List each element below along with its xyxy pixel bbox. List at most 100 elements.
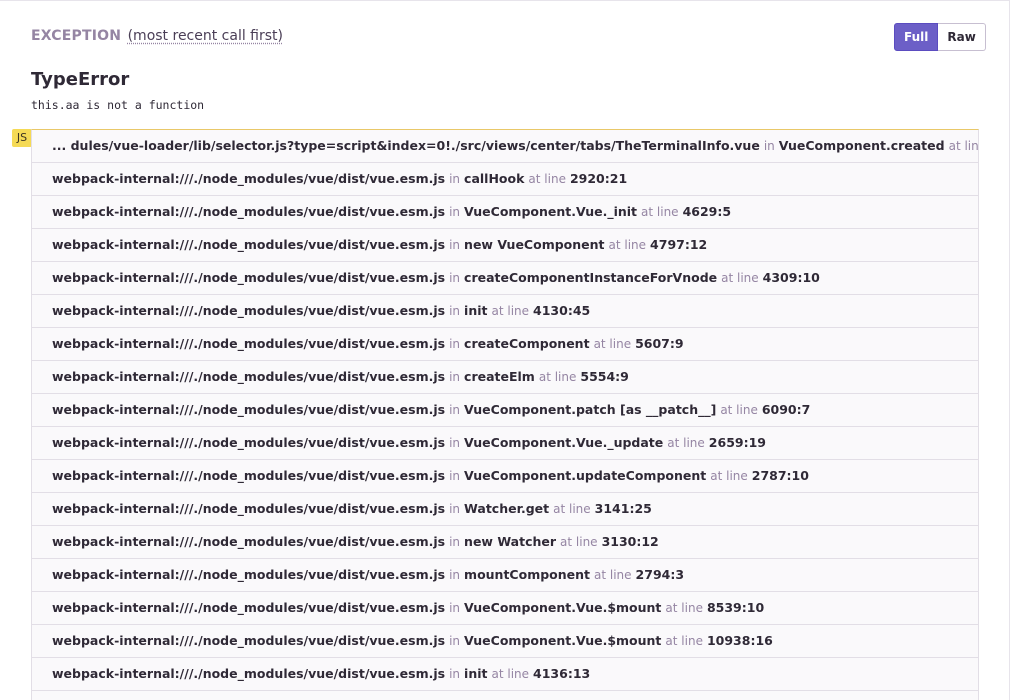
frame-line-number: 4797:12: [650, 237, 708, 252]
stack-frame[interactable]: webpack-internal:///./node_modules/vue/d…: [32, 625, 978, 658]
frame-line-number: 5607:9: [635, 336, 684, 351]
frame-line-number: 10938:16: [706, 633, 773, 648]
frame-in-label: in: [449, 436, 461, 450]
frame-function: init: [464, 303, 488, 318]
frame-at-line-label: at line: [667, 436, 705, 450]
exception-subtitle[interactable]: (most recent call first): [128, 28, 283, 44]
stack-frame-list: ... dules/vue-loader/lib/selector.js?typ…: [31, 129, 979, 700]
stack-frame[interactable]: webpack-internal:///./node_modules/vue/d…: [32, 559, 978, 592]
frame-line-number: 8539:10: [706, 600, 765, 615]
frame-function: mountComponent: [464, 567, 591, 582]
frame-in-label: in: [449, 205, 461, 219]
frame-filename: webpack-internal:///./node_modules/vue/d…: [52, 270, 446, 285]
frame-filename: webpack-internal:///./node_modules/vue/d…: [52, 501, 446, 516]
frame-in-label: in: [449, 667, 461, 681]
frame-in-label: in: [449, 601, 461, 615]
frame-function: createComponentInstanceForVnode: [464, 270, 718, 285]
frame-at-line-label: at line: [491, 304, 530, 318]
frame-filename: webpack-internal:///./node_modules/vue/d…: [52, 435, 446, 450]
stack-frame[interactable]: webpack-internal:///./node_modules/vue/d…: [32, 460, 978, 493]
frame-in-label: in: [449, 172, 461, 186]
frame-at-line-label: at line: [491, 667, 530, 681]
stack-frame[interactable]: webpack-internal:///./node_modules/vue/d…: [32, 427, 978, 460]
frame-in-label: in: [449, 271, 461, 285]
frame-filename: webpack-internal:///./node_modules/vue/d…: [52, 567, 446, 582]
full-button[interactable]: Full: [894, 23, 939, 51]
frame-in-label: in: [449, 403, 461, 417]
frame-in-label: in: [449, 502, 461, 516]
stack-frame[interactable]: webpack-internal:///./node_modules/vue/d…: [32, 526, 978, 559]
stack-frame[interactable]: webpack-internal:///./node_modules/vue/d…: [32, 361, 978, 394]
raw-button[interactable]: Raw: [938, 23, 986, 51]
frame-filename: webpack-internal:///./node_modules/vue/d…: [52, 336, 446, 351]
frame-filename: webpack-internal:///./node_modules/vue/d…: [52, 303, 446, 318]
frame-at-line-label: at line: [594, 568, 632, 582]
frame-in-label: in: [449, 568, 461, 582]
stack-frame[interactable]: webpack-internal:///./node_modules/vue/d…: [32, 328, 978, 361]
exception-type: TypeError: [31, 69, 130, 90]
frame-function: VueComponent.Vue.$mount: [464, 600, 662, 615]
stack-frame[interactable]: webpack-internal:///./node_modules/vue/d…: [32, 262, 978, 295]
frame-in-label: in: [449, 634, 461, 648]
frame-in-label: in: [449, 535, 461, 549]
frame-line-number: 5554:9: [580, 369, 629, 384]
frame-filename: webpack-internal:///./node_modules/vue/d…: [52, 600, 446, 615]
stack-frame[interactable]: webpack-internal:///./node_modules/vue/d…: [32, 691, 978, 700]
frame-in-label: in: [449, 370, 461, 384]
exception-title: EXCEPTION: [31, 28, 122, 44]
frame-at-line-label: at line: [593, 337, 632, 351]
stack-frame[interactable]: webpack-internal:///./node_modules/vue/d…: [32, 295, 978, 328]
frame-at-line-label: at line: [948, 139, 978, 153]
stack-frame[interactable]: webpack-internal:///./node_modules/vue/d…: [32, 196, 978, 229]
exception-message: this.aa is not a function: [31, 98, 205, 112]
frame-function: callHook: [464, 171, 525, 186]
frame-at-line-label: at line: [665, 634, 703, 648]
frame-filename: webpack-internal:///./node_modules/vue/d…: [52, 402, 446, 417]
frame-filename: webpack-internal:///./node_modules/vue/d…: [52, 666, 446, 681]
frame-at-line-label: at line: [560, 535, 598, 549]
frame-function: createElm: [464, 369, 535, 384]
frame-at-line-label: at line: [641, 205, 679, 219]
frame-function: VueComponent.created: [778, 138, 945, 153]
frame-at-line-label: at line: [710, 469, 748, 483]
frame-line-number: 6090:7: [761, 402, 811, 417]
frame-function: new VueComponent: [464, 237, 605, 252]
frame-filename: webpack-internal:///./node_modules/vue/d…: [52, 534, 446, 549]
stack-frame[interactable]: webpack-internal:///./node_modules/vue/d…: [32, 394, 978, 427]
frame-in-label: in: [763, 139, 775, 153]
frame-at-line-label: at line: [538, 370, 577, 384]
stack-frame[interactable]: webpack-internal:///./node_modules/vue/d…: [32, 493, 978, 526]
stack-frame[interactable]: webpack-internal:///./node_modules/vue/d…: [32, 229, 978, 262]
frame-line-number: 3130:12: [601, 534, 659, 549]
frame-line-number: 2920:21: [569, 171, 628, 186]
javascript-platform-icon: JS: [12, 129, 32, 147]
frame-filename: webpack-internal:///./node_modules/vue/d…: [52, 237, 446, 252]
exception-header: EXCEPTION (most recent call first): [31, 27, 283, 45]
stack-frame[interactable]: ... dules/vue-loader/lib/selector.js?typ…: [32, 130, 978, 163]
frame-in-label: in: [449, 337, 461, 351]
frame-at-line-label: at line: [553, 502, 591, 516]
frame-function: Watcher.get: [464, 501, 550, 516]
frame-line-number: 4629:5: [682, 204, 732, 219]
frame-at-line-label: at line: [665, 601, 703, 615]
frame-function: VueComponent.Vue._update: [464, 435, 664, 450]
frame-line-number: 4309:10: [762, 270, 820, 285]
frame-function: createComponent: [464, 336, 590, 351]
frame-line-number: 4130:45: [533, 303, 591, 318]
stack-frame[interactable]: webpack-internal:///./node_modules/vue/d…: [32, 163, 978, 196]
frame-line-number: 3141:25: [594, 501, 652, 516]
frame-function: VueComponent.updateComponent: [464, 468, 707, 483]
frame-filename: webpack-internal:///./node_modules/vue/d…: [52, 468, 446, 483]
stacktrace-view-toggle: Full Raw: [894, 23, 986, 51]
frame-line-number: 2794:3: [635, 567, 685, 582]
frame-filename: webpack-internal:///./node_modules/vue/d…: [52, 171, 446, 186]
frame-filename: webpack-internal:///./node_modules/vue/d…: [52, 204, 446, 219]
exception-panel: EXCEPTION (most recent call first) Full …: [0, 0, 1010, 700]
stack-frame[interactable]: webpack-internal:///./node_modules/vue/d…: [32, 658, 978, 691]
frame-function: VueComponent.patch [as __patch__]: [464, 402, 717, 417]
stack-frame[interactable]: webpack-internal:///./node_modules/vue/d…: [32, 592, 978, 625]
frame-at-line-label: at line: [720, 403, 758, 417]
frame-line-number: 2787:10: [751, 468, 809, 483]
frame-function: new Watcher: [464, 534, 557, 549]
frame-function: init: [464, 666, 488, 681]
